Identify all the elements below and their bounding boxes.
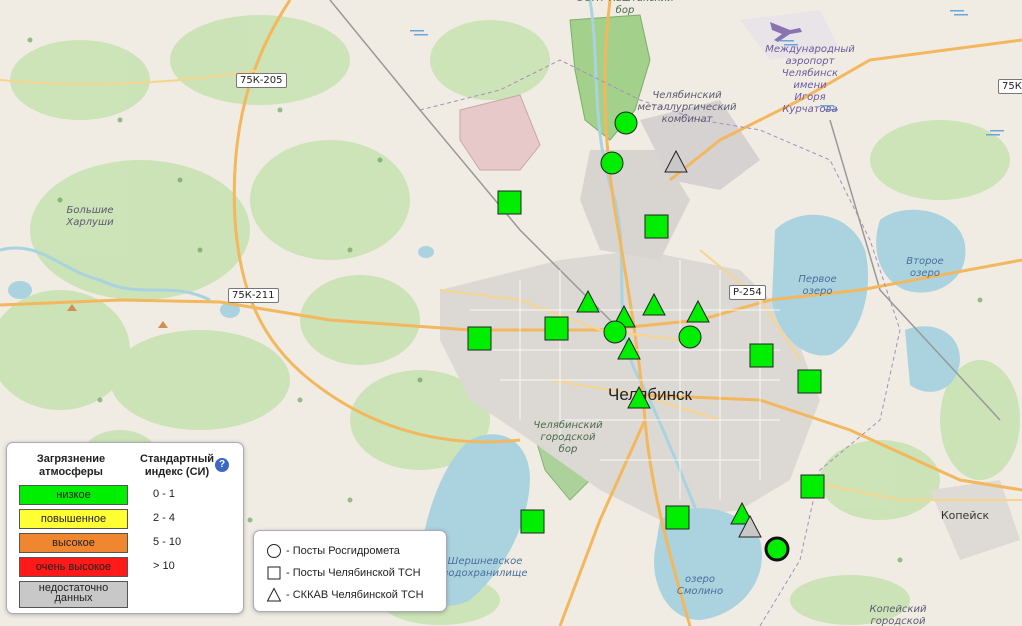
legend-swatch-high: высокое: [19, 533, 128, 553]
post-marker-tsn[interactable]: [800, 474, 825, 499]
post-marker-rosgidromet[interactable]: [614, 111, 638, 135]
post-marker-rosgidromet[interactable]: [678, 325, 702, 349]
post-marker-tsn[interactable]: [544, 316, 569, 341]
legend-title-index: Стандартный индекс (СИ): [140, 453, 214, 478]
post-marker-sckav[interactable]: [576, 289, 600, 313]
symbol-legend-square-label: - Посты Челябинской ТСН: [286, 567, 421, 579]
post-marker-tsn[interactable]: [749, 343, 774, 368]
triangle-symbol-icon: [266, 587, 282, 602]
legend-swatch-very-high: очень высокое: [19, 557, 128, 577]
pollution-legend: Загрязнение атмосферы Стандартный индекс…: [6, 442, 244, 614]
legend-range-very-high: > 10: [153, 560, 175, 572]
post-marker-tsn[interactable]: [497, 190, 522, 215]
symbol-legend-square-row: - Посты Челябинской ТСН: [266, 565, 421, 581]
legend-range-low: 0 - 1: [153, 488, 176, 500]
symbol-legend: - Посты Росгидромета - Посты Челябинской…: [253, 530, 447, 612]
post-marker-tsn[interactable]: [520, 509, 545, 534]
circle-symbol-icon: [267, 544, 281, 558]
post-marker-sckav[interactable]: [664, 149, 688, 173]
legend-range-elevated: 2 - 4: [153, 512, 176, 524]
post-marker-rosgidromet[interactable]: [600, 151, 624, 175]
post-marker-tsn[interactable]: [467, 326, 492, 351]
symbol-legend-circle-row: - Посты Росгидромета: [266, 543, 400, 559]
square-symbol-icon: [267, 566, 281, 580]
legend-swatch-insufficient-data: недостаточно данных: [19, 581, 128, 608]
symbol-legend-triangle-row: - СККАВ Челябинской ТСН: [266, 587, 424, 603]
legend-swatch-elevated: повышенное: [19, 509, 128, 529]
post-marker-tsn[interactable]: [644, 214, 669, 239]
post-marker-rosgidromet-selected[interactable]: [764, 536, 790, 562]
post-marker-sckav[interactable]: [642, 292, 666, 316]
post-marker-tsn[interactable]: [797, 369, 822, 394]
symbol-legend-triangle-label: - СККАВ Челябинской ТСН: [286, 589, 424, 601]
post-marker-sckav[interactable]: [686, 299, 710, 323]
symbol-legend-circle-label: - Посты Росгидромета: [286, 545, 400, 557]
help-icon[interactable]: ?: [215, 458, 229, 472]
legend-title-pollution: Загрязнение атмосферы: [36, 453, 106, 478]
post-marker-tsn[interactable]: [665, 505, 690, 530]
post-marker-sckav[interactable]: [627, 385, 651, 409]
legend-range-high: 5 - 10: [153, 536, 182, 548]
post-marker-rosgidromet[interactable]: [603, 320, 627, 344]
legend-swatch-low: низкое: [19, 485, 128, 505]
